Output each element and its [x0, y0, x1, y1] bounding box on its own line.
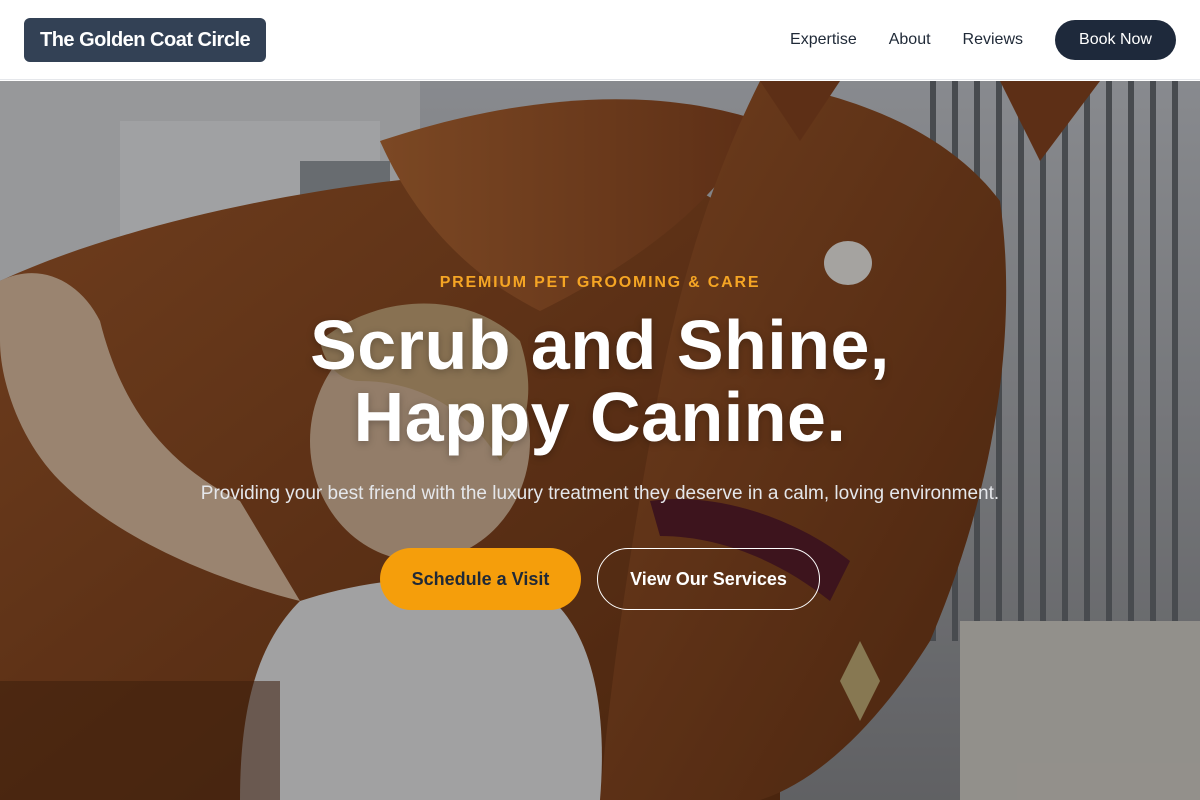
hero-eyebrow: PREMIUM PET GROOMING & CARE — [439, 274, 761, 291]
hero-section: PREMIUM PET GROOMING & CARE Scrub and Sh… — [0, 81, 1200, 800]
view-services-button[interactable]: View Our Services — [597, 548, 820, 610]
brand-logo[interactable]: The Golden Coat Circle — [24, 18, 267, 62]
schedule-visit-button[interactable]: Schedule a Visit — [380, 548, 581, 610]
hero-headline: Scrub and Shine, Happy Canine. — [0, 309, 1200, 453]
nav-link-about[interactable]: About — [889, 31, 931, 49]
nav-link-expertise[interactable]: Expertise — [790, 31, 857, 49]
nav-link-reviews[interactable]: Reviews — [963, 31, 1023, 49]
book-now-button[interactable]: Book Now — [1055, 20, 1176, 60]
hero-cta-group: Schedule a Visit View Our Services — [0, 548, 1200, 610]
top-navbar: The Golden Coat Circle Expertise About R… — [0, 0, 1200, 80]
hero-headline-line-2: Happy Canine. — [353, 378, 847, 456]
nav-links: Expertise About Reviews Book Now — [790, 20, 1176, 60]
hero-subtitle: Providing your best friend with the luxu… — [200, 483, 1000, 504]
hero-headline-line-1: Scrub and Shine, — [310, 306, 890, 384]
